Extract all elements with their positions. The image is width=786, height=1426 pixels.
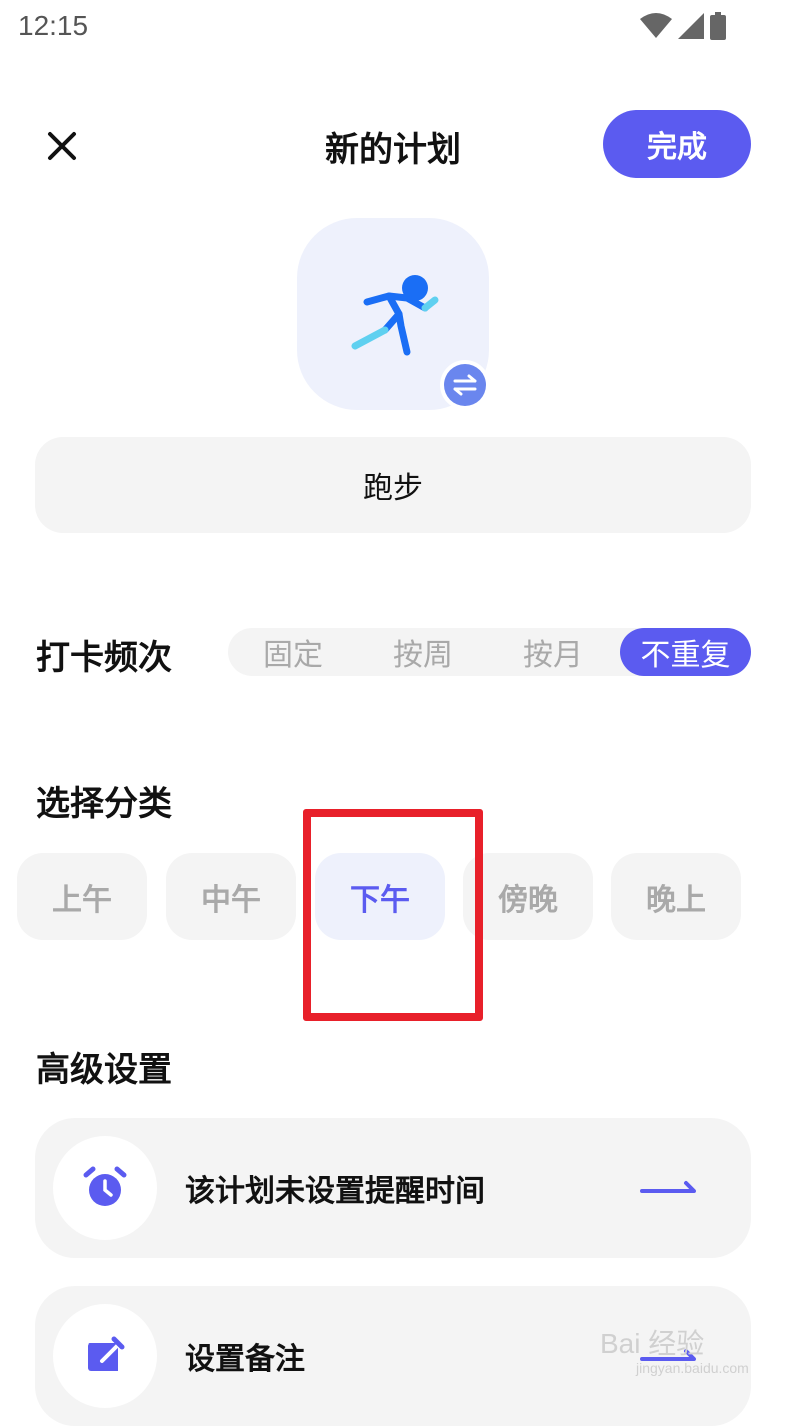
annotation-highlight-box xyxy=(303,809,483,1021)
alarm-clock-icon xyxy=(83,1166,127,1206)
note-icon-circle xyxy=(53,1304,157,1408)
battery-icon xyxy=(710,12,726,40)
wifi-icon xyxy=(640,13,672,38)
reminder-setting-text: 该计划未设置提醒时间 xyxy=(185,1174,485,1209)
swap-icon xyxy=(453,374,477,396)
category-chip-noon[interactable]: 中午 xyxy=(166,853,296,940)
category-label: 选择分类 xyxy=(36,784,172,824)
note-setting-text: 设置备注 xyxy=(185,1342,305,1377)
frequency-option-fixed[interactable]: 固定 xyxy=(228,628,358,676)
edit-note-icon xyxy=(88,1336,125,1371)
category-chip-morning[interactable]: 上午 xyxy=(17,853,147,940)
status-time: 12:15 xyxy=(18,10,89,41)
frequency-label: 打卡频次 xyxy=(36,638,172,678)
watermark-brand: Bai 经验 xyxy=(600,1328,705,1359)
category-chip-night[interactable]: 晚上 xyxy=(611,853,741,940)
frequency-option-weekly[interactable]: 按周 xyxy=(358,628,488,676)
change-icon-button[interactable] xyxy=(440,360,490,410)
frequency-option-monthly[interactable]: 按月 xyxy=(488,628,618,676)
cell-signal-icon xyxy=(678,13,704,39)
done-button[interactable]: 完成 xyxy=(603,110,751,178)
reminder-icon-circle xyxy=(53,1136,157,1240)
status-icons xyxy=(640,12,726,40)
advanced-settings-label: 高级设置 xyxy=(36,1050,172,1090)
reminder-setting-row[interactable]: 该计划未设置提醒时间 xyxy=(35,1118,751,1258)
watermark-url: jingyan.baidu.com xyxy=(636,1360,749,1376)
arrow-right-icon xyxy=(640,1181,696,1193)
frequency-option-no-repeat[interactable]: 不重复 xyxy=(620,628,751,676)
plan-name-field[interactable]: 跑步 xyxy=(35,437,751,533)
